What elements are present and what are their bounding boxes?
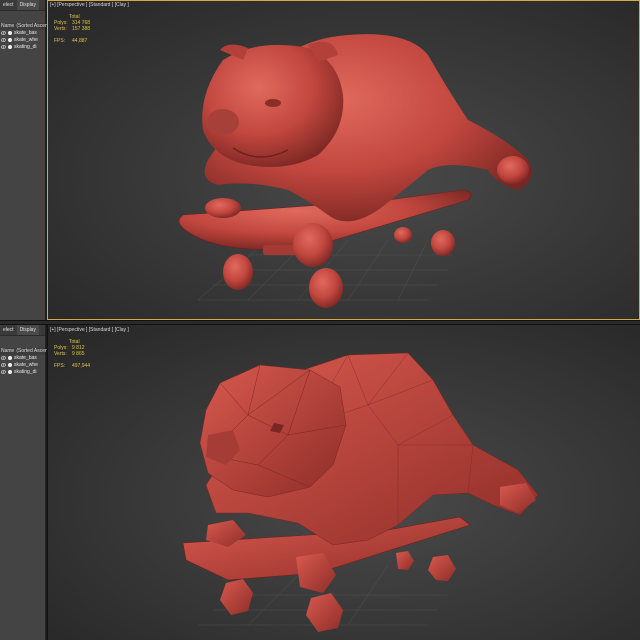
tree-item-skate-base[interactable]: skate_bas: [0, 355, 45, 362]
stats-overlay: Total Polys: 9 812 Verts: 9 865 FPS: 497,94…: [54, 339, 90, 369]
fps-label: FPS:: [54, 363, 66, 369]
column-name[interactable]: Name: [0, 23, 15, 30]
explorer-tabs: elect Display: [0, 325, 45, 336]
tab-select[interactable]: elect: [0, 0, 17, 10]
viewport-panel-bottom: elect Display Name (Sorted Ascen skate_b…: [0, 325, 640, 640]
eye-icon[interactable]: [1, 363, 6, 367]
tab-display[interactable]: Display: [16, 325, 39, 335]
object-icon: [8, 37, 12, 42]
verts-value: 9 865: [72, 351, 85, 357]
tree-item-skate-base[interactable]: skate_bas: [0, 30, 45, 37]
eye-icon[interactable]: [1, 45, 6, 49]
object-icon: [8, 355, 12, 360]
column-sort[interactable]: (Sorted Ascen: [15, 348, 48, 355]
tree-item-skating-dog[interactable]: skating_di: [0, 44, 45, 51]
tree-item-label: skate_bas: [14, 30, 37, 36]
eye-icon[interactable]: [1, 356, 6, 360]
eye-icon[interactable]: [1, 31, 6, 35]
tree-item-label: skating_di: [14, 44, 37, 50]
viewport-panel-top: elect Display Name (Sorted Ascen skate_b…: [0, 0, 640, 320]
tree-item-label: skating_di: [14, 369, 37, 375]
tree-item-label: skate_bas: [14, 355, 37, 361]
eye-icon[interactable]: [1, 370, 6, 374]
scene-explorer: elect Display Name (Sorted Ascen skate_b…: [0, 0, 48, 320]
fps-value: 44,887: [72, 38, 88, 44]
scene-explorer: elect Display Name (Sorted Ascen skate_b…: [0, 325, 48, 640]
fps-value: 497,944: [72, 363, 91, 369]
bulldog-skateboard-model-highpoly[interactable]: [48, 0, 640, 320]
tab-select[interactable]: elect: [0, 325, 17, 335]
verts-label: Verts:: [54, 26, 67, 32]
fps-label: FPS:: [54, 38, 66, 44]
tree-item-skating-dog[interactable]: skating_di: [0, 369, 45, 376]
column-sort[interactable]: (Sorted Ascen: [15, 23, 48, 30]
object-icon: [8, 30, 12, 35]
bulldog-skateboard-model-lowpoly[interactable]: [48, 325, 640, 640]
object-icon: [8, 369, 12, 374]
column-name[interactable]: Name: [0, 348, 15, 355]
tree-item-label: skate_whe: [14, 362, 38, 368]
object-icon: [8, 44, 12, 49]
viewport-label[interactable]: [+] [Perspective ] [Standard ] [Clay ]: [50, 2, 129, 8]
tree-item-skate-wheels[interactable]: skate_whe: [0, 362, 45, 369]
tree-item-skate-wheels[interactable]: skate_whe: [0, 37, 45, 44]
perspective-viewport-top[interactable]: [+] [Perspective ] [Standard ] [Clay ] T…: [47, 0, 640, 320]
viewport-label[interactable]: [+] [Perspective ] [Standard ] [Clay ]: [50, 327, 129, 333]
tab-display[interactable]: Display: [16, 0, 39, 10]
explorer-column-header[interactable]: Name (Sorted Ascen: [0, 348, 48, 355]
explorer-column-header[interactable]: Name (Sorted Ascen: [0, 23, 48, 30]
eye-icon[interactable]: [1, 38, 6, 42]
tree-item-label: skate_whe: [14, 37, 38, 43]
perspective-viewport-bottom[interactable]: [+] [Perspective ] [Standard ] [Clay ] T…: [47, 325, 640, 640]
verts-value: 157 388: [72, 26, 91, 32]
stats-overlay: Total Polys: 314 768 Verts: 157 388 FPS: 44…: [54, 14, 90, 44]
object-icon: [8, 362, 12, 367]
verts-label: Verts:: [54, 351, 67, 357]
explorer-tabs: elect Display: [0, 0, 45, 11]
